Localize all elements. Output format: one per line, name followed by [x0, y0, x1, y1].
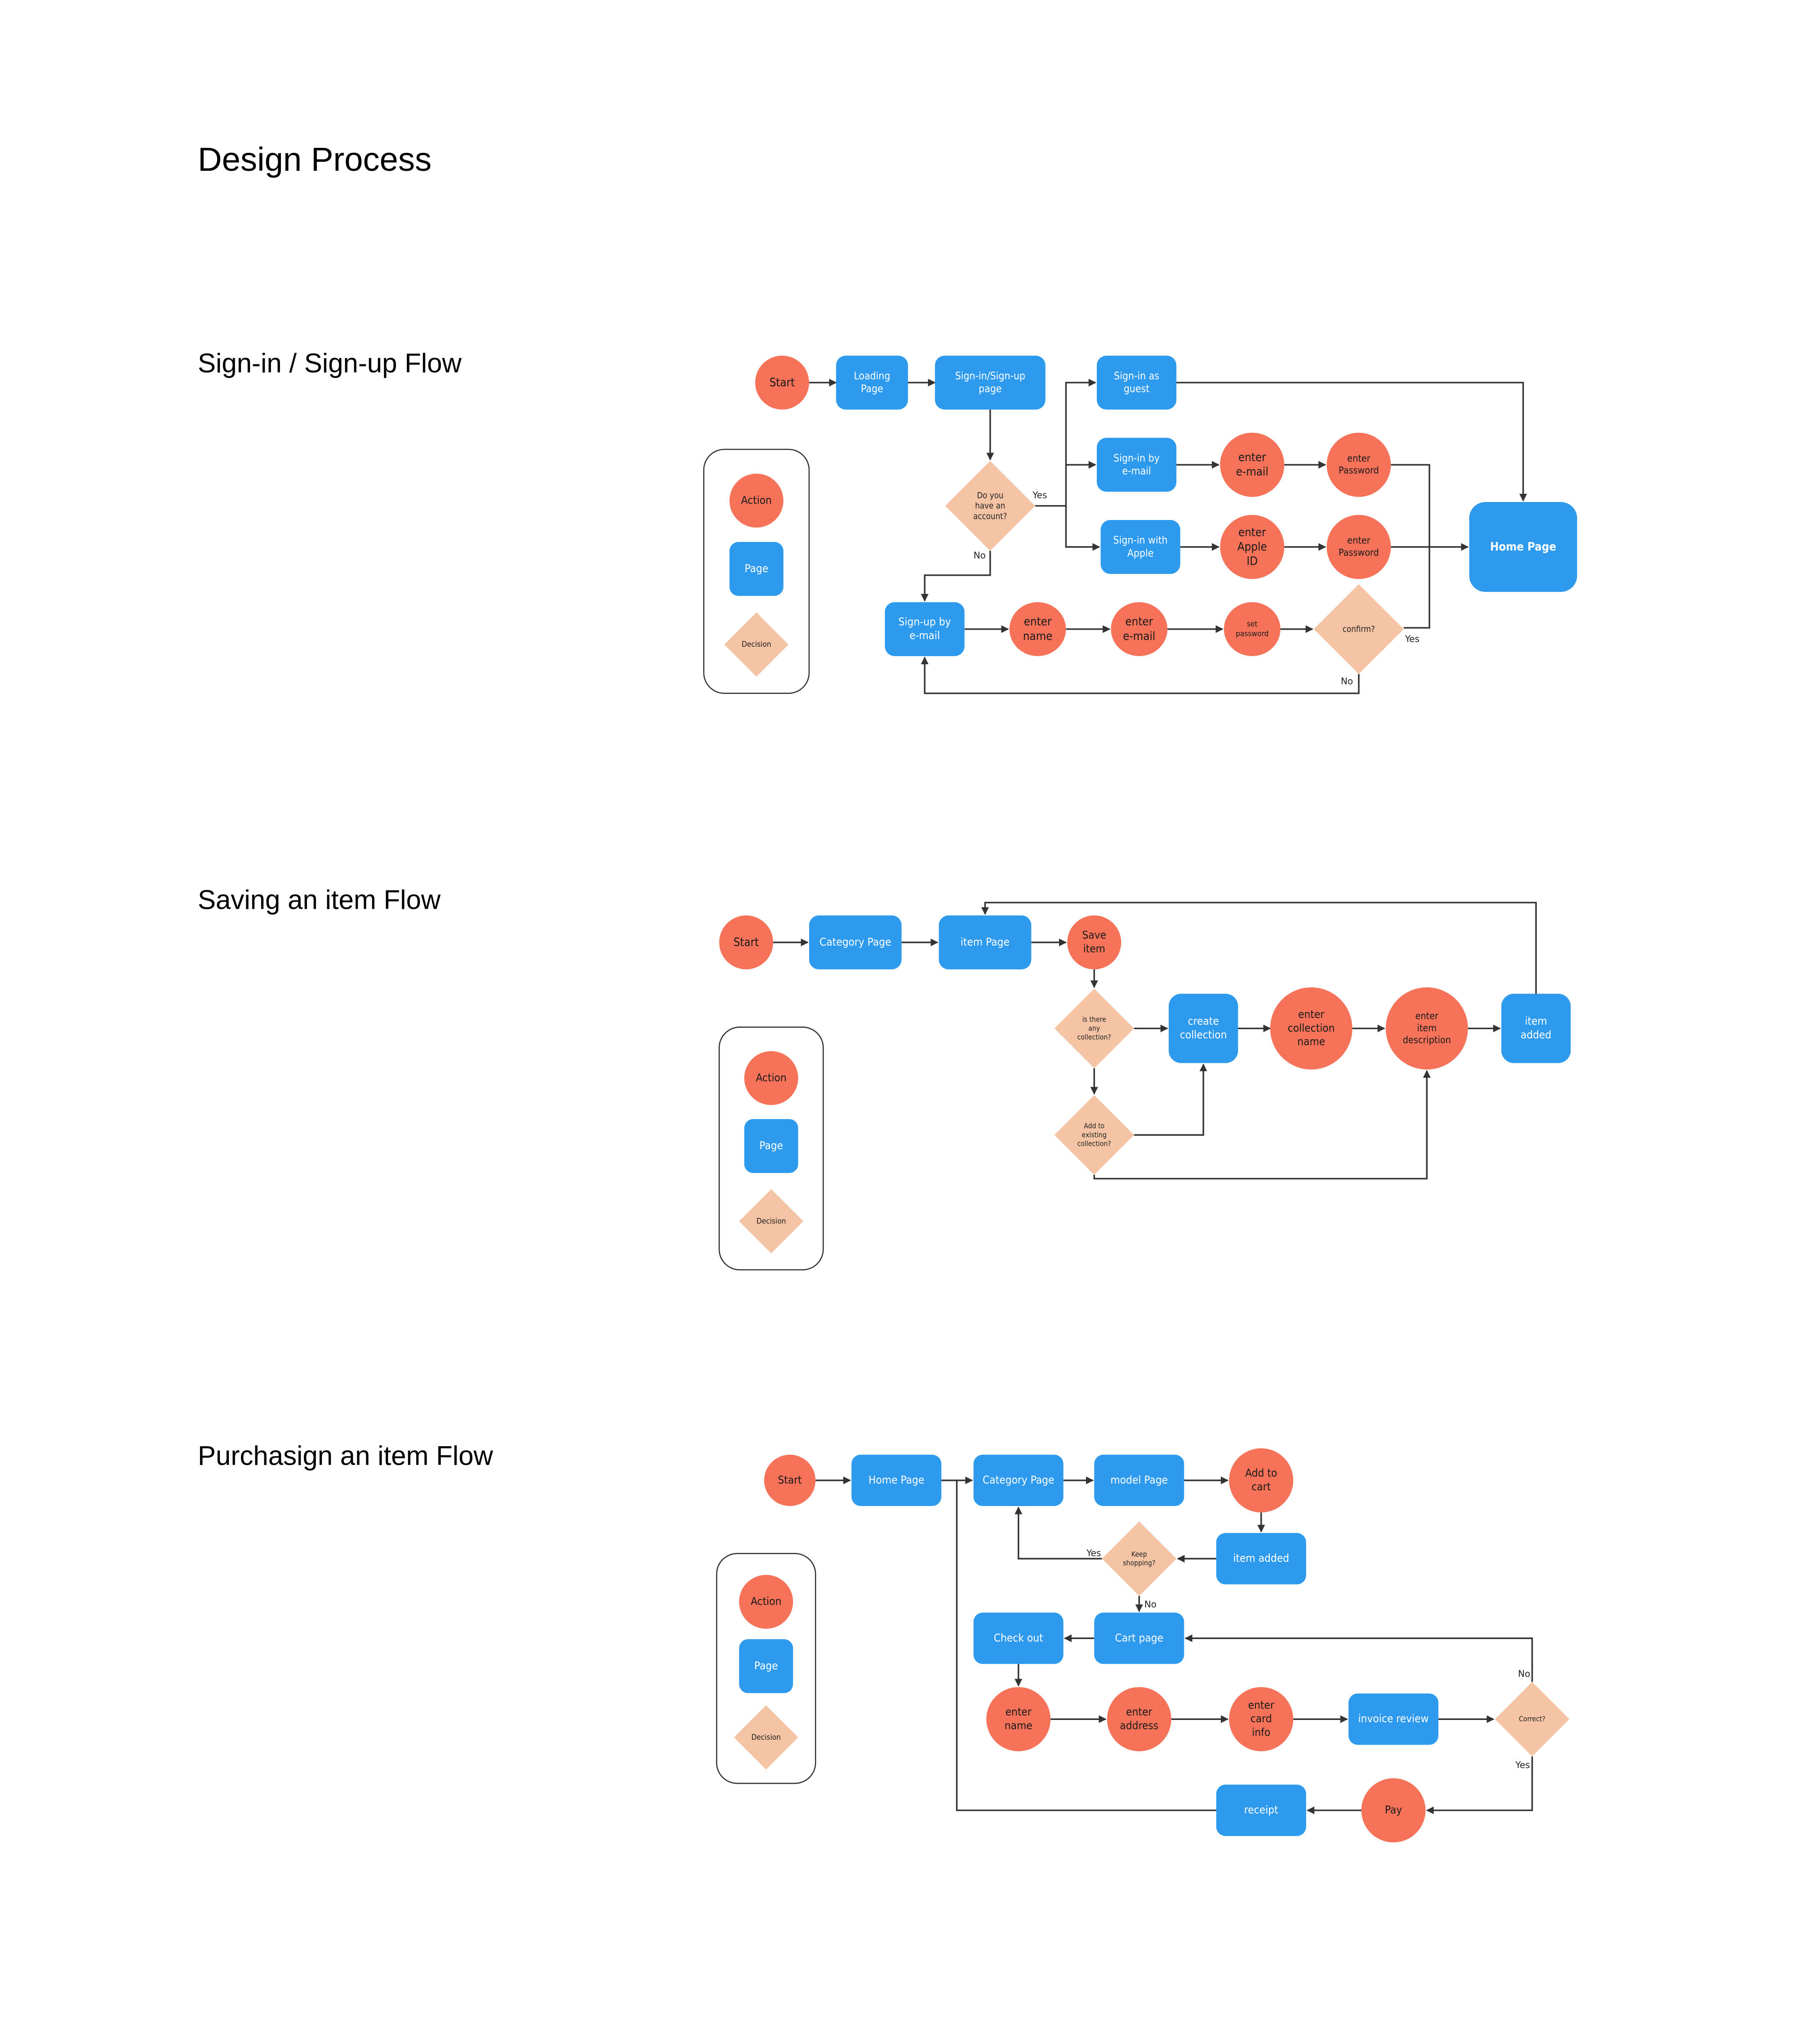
purchase-node-checkout: Check out — [973, 1613, 1064, 1664]
flow-title-purchase: Purchasign an item Flow — [198, 1441, 494, 1471]
node-label: confirm? — [1343, 624, 1375, 634]
edge-addexist-create — [1134, 1063, 1207, 1136]
purchase-node-model: model Page — [1094, 1454, 1184, 1506]
node-label: invoice review — [1358, 1712, 1429, 1725]
node-label: Home Page — [1490, 540, 1556, 553]
saving-node-category: Category Page — [809, 915, 902, 969]
legend-decision-label: Decision — [751, 1733, 781, 1742]
purchase-node-pay: Pay — [1361, 1778, 1426, 1843]
node-label: Do you have an account? — [973, 491, 1007, 521]
purchase-node-receipt: receipt — [1216, 1784, 1306, 1836]
node-label: Pay — [1385, 1803, 1402, 1816]
saving-node-itempage: item Page — [939, 915, 1032, 969]
node-label: Check out — [994, 1631, 1043, 1644]
legend-action-label: Action — [756, 1071, 787, 1084]
node-label: receipt — [1244, 1803, 1278, 1816]
saving-node-any_coll: is there any collection? — [1054, 988, 1134, 1068]
saving-node-item_desc: enter item description — [1385, 987, 1468, 1070]
purchase-node-card: enter card info — [1229, 1687, 1294, 1751]
nodes-layer: Start Loading Page Sign-in/Sign-up page Do yo… — [719, 355, 1577, 1843]
edge-label-yes: Yes — [1515, 1760, 1530, 1770]
edge-label-no: No — [1518, 1668, 1530, 1679]
signin-node-home: Home Page — [1469, 502, 1577, 592]
signin-node-apple: Sign-in with Apple — [1100, 520, 1180, 574]
purchase-node-addcart: Add to cart — [1229, 1448, 1294, 1513]
signin-node-enter_pw2: enter Password — [1326, 515, 1391, 579]
legend-action-label: Action — [751, 1595, 781, 1608]
signin-node-start: Start — [755, 355, 809, 410]
node-label: Correct? — [1519, 1715, 1545, 1723]
purchase-node-correct: Correct? — [1495, 1682, 1570, 1757]
legend-page-label: Page — [754, 1659, 778, 1672]
signin-node-loading: Loading Page — [836, 355, 908, 410]
node-label: item Page — [961, 935, 1010, 948]
signin-node-signup: Sign-up by e-mail — [885, 602, 965, 656]
edge-addexist-desc — [1093, 1070, 1431, 1180]
legend-decision-label: Decision — [742, 640, 771, 649]
flow-title-saving: Saving an item Flow — [198, 885, 441, 915]
purchase-node-keep: Keep shopping? — [1102, 1521, 1177, 1596]
purchase-node-start: Start — [764, 1454, 816, 1506]
saving-node-save: Save item — [1067, 915, 1122, 969]
edge-label-yes: Yes — [1405, 633, 1420, 644]
legend-signin: Action Page Decision — [703, 449, 810, 694]
purchase-node-name: enter name — [986, 1687, 1051, 1751]
flow-title-signin: Sign-in / Sign-up Flow — [198, 348, 462, 378]
signin-node-enter_name: enter name — [1009, 602, 1066, 656]
signin-node-signinup: Sign-in/Sign-up page — [935, 355, 1046, 410]
signin-node-enter_pw1: enter Password — [1326, 432, 1391, 497]
legends-layer: ActionPageDecisionActionPageDecisionActi… — [703, 449, 824, 1784]
signin-node-have_acc: Do you have an account? — [945, 461, 1035, 551]
edge-label-no: No — [974, 550, 986, 561]
signin-node-enter_email2: enter e-mail — [1111, 602, 1168, 656]
edge-label-yes: Yes — [1086, 1547, 1101, 1558]
saving-node-coll_name: enter collection name — [1270, 987, 1353, 1070]
node-label: enter name — [1005, 1705, 1033, 1732]
edge-label-no: No — [1144, 1599, 1157, 1610]
node-label: model Page — [1110, 1473, 1168, 1486]
signin-node-guest: Sign-in as guest — [1097, 355, 1177, 410]
legend-page-label: Page — [759, 1139, 783, 1152]
node-label: item added — [1521, 1014, 1551, 1041]
purchase-node-home: Home Page — [851, 1454, 942, 1506]
saving-node-add_exist: Add to existing collection? — [1054, 1095, 1134, 1175]
legend-saving: Action Page Decision — [718, 1026, 824, 1271]
node-label: Home Page — [868, 1473, 924, 1486]
legend-purchase: Action Page Decision — [716, 1553, 816, 1784]
node-label: Cart page — [1115, 1631, 1163, 1644]
signin-node-confirm: confirm? — [1313, 584, 1404, 674]
purchase-node-category: Category Page — [973, 1454, 1064, 1506]
edge-correct-no-cart — [1184, 1634, 1533, 1682]
saving-node-start: Start — [719, 915, 773, 969]
purchase-node-address: enter address — [1107, 1687, 1171, 1751]
saving-node-added: item added — [1501, 994, 1571, 1063]
node-label: Category Page — [983, 1473, 1054, 1486]
node-label: Category Page — [819, 935, 891, 948]
node-label: enter card info — [1248, 1698, 1274, 1739]
node-label: Save item — [1082, 929, 1106, 955]
legend-action-label: Action — [741, 493, 772, 507]
node-label: item added — [1233, 1551, 1289, 1564]
edge-label-no: No — [1341, 676, 1353, 687]
node-label: Start — [734, 935, 759, 949]
purchase-node-cart: Cart page — [1094, 1613, 1184, 1664]
node-label: Start — [770, 376, 795, 389]
legend-decision-label: Decision — [757, 1217, 786, 1226]
edge-added-itempage — [981, 902, 1537, 994]
signin-node-byemail: Sign-in by e-mail — [1097, 438, 1177, 492]
node-label: Start — [778, 1473, 802, 1486]
purchase-node-itemadded: item added — [1216, 1533, 1306, 1585]
signin-node-set_pw: set password — [1224, 602, 1281, 656]
edge-label-yes: Yes — [1032, 489, 1047, 500]
legend-page-label: Page — [744, 562, 768, 575]
saving-node-create: create collection — [1169, 994, 1238, 1063]
page-title: Design Process — [198, 141, 432, 178]
design-process-canvas: Design Process Sign-in / Sign-up Flow Sa… — [198, 141, 1577, 1843]
purchase-node-invoice: invoice review — [1348, 1693, 1438, 1745]
edges-layer: Yes No Yes No Yes No No Yes — [773, 378, 1537, 1814]
edge-confirm-no — [921, 656, 1360, 694]
signin-node-enter_email1: enter e-mail — [1220, 432, 1285, 497]
signin-node-enter_appleid: enter Apple ID — [1220, 515, 1285, 579]
edge-yes-apple — [1065, 506, 1100, 551]
